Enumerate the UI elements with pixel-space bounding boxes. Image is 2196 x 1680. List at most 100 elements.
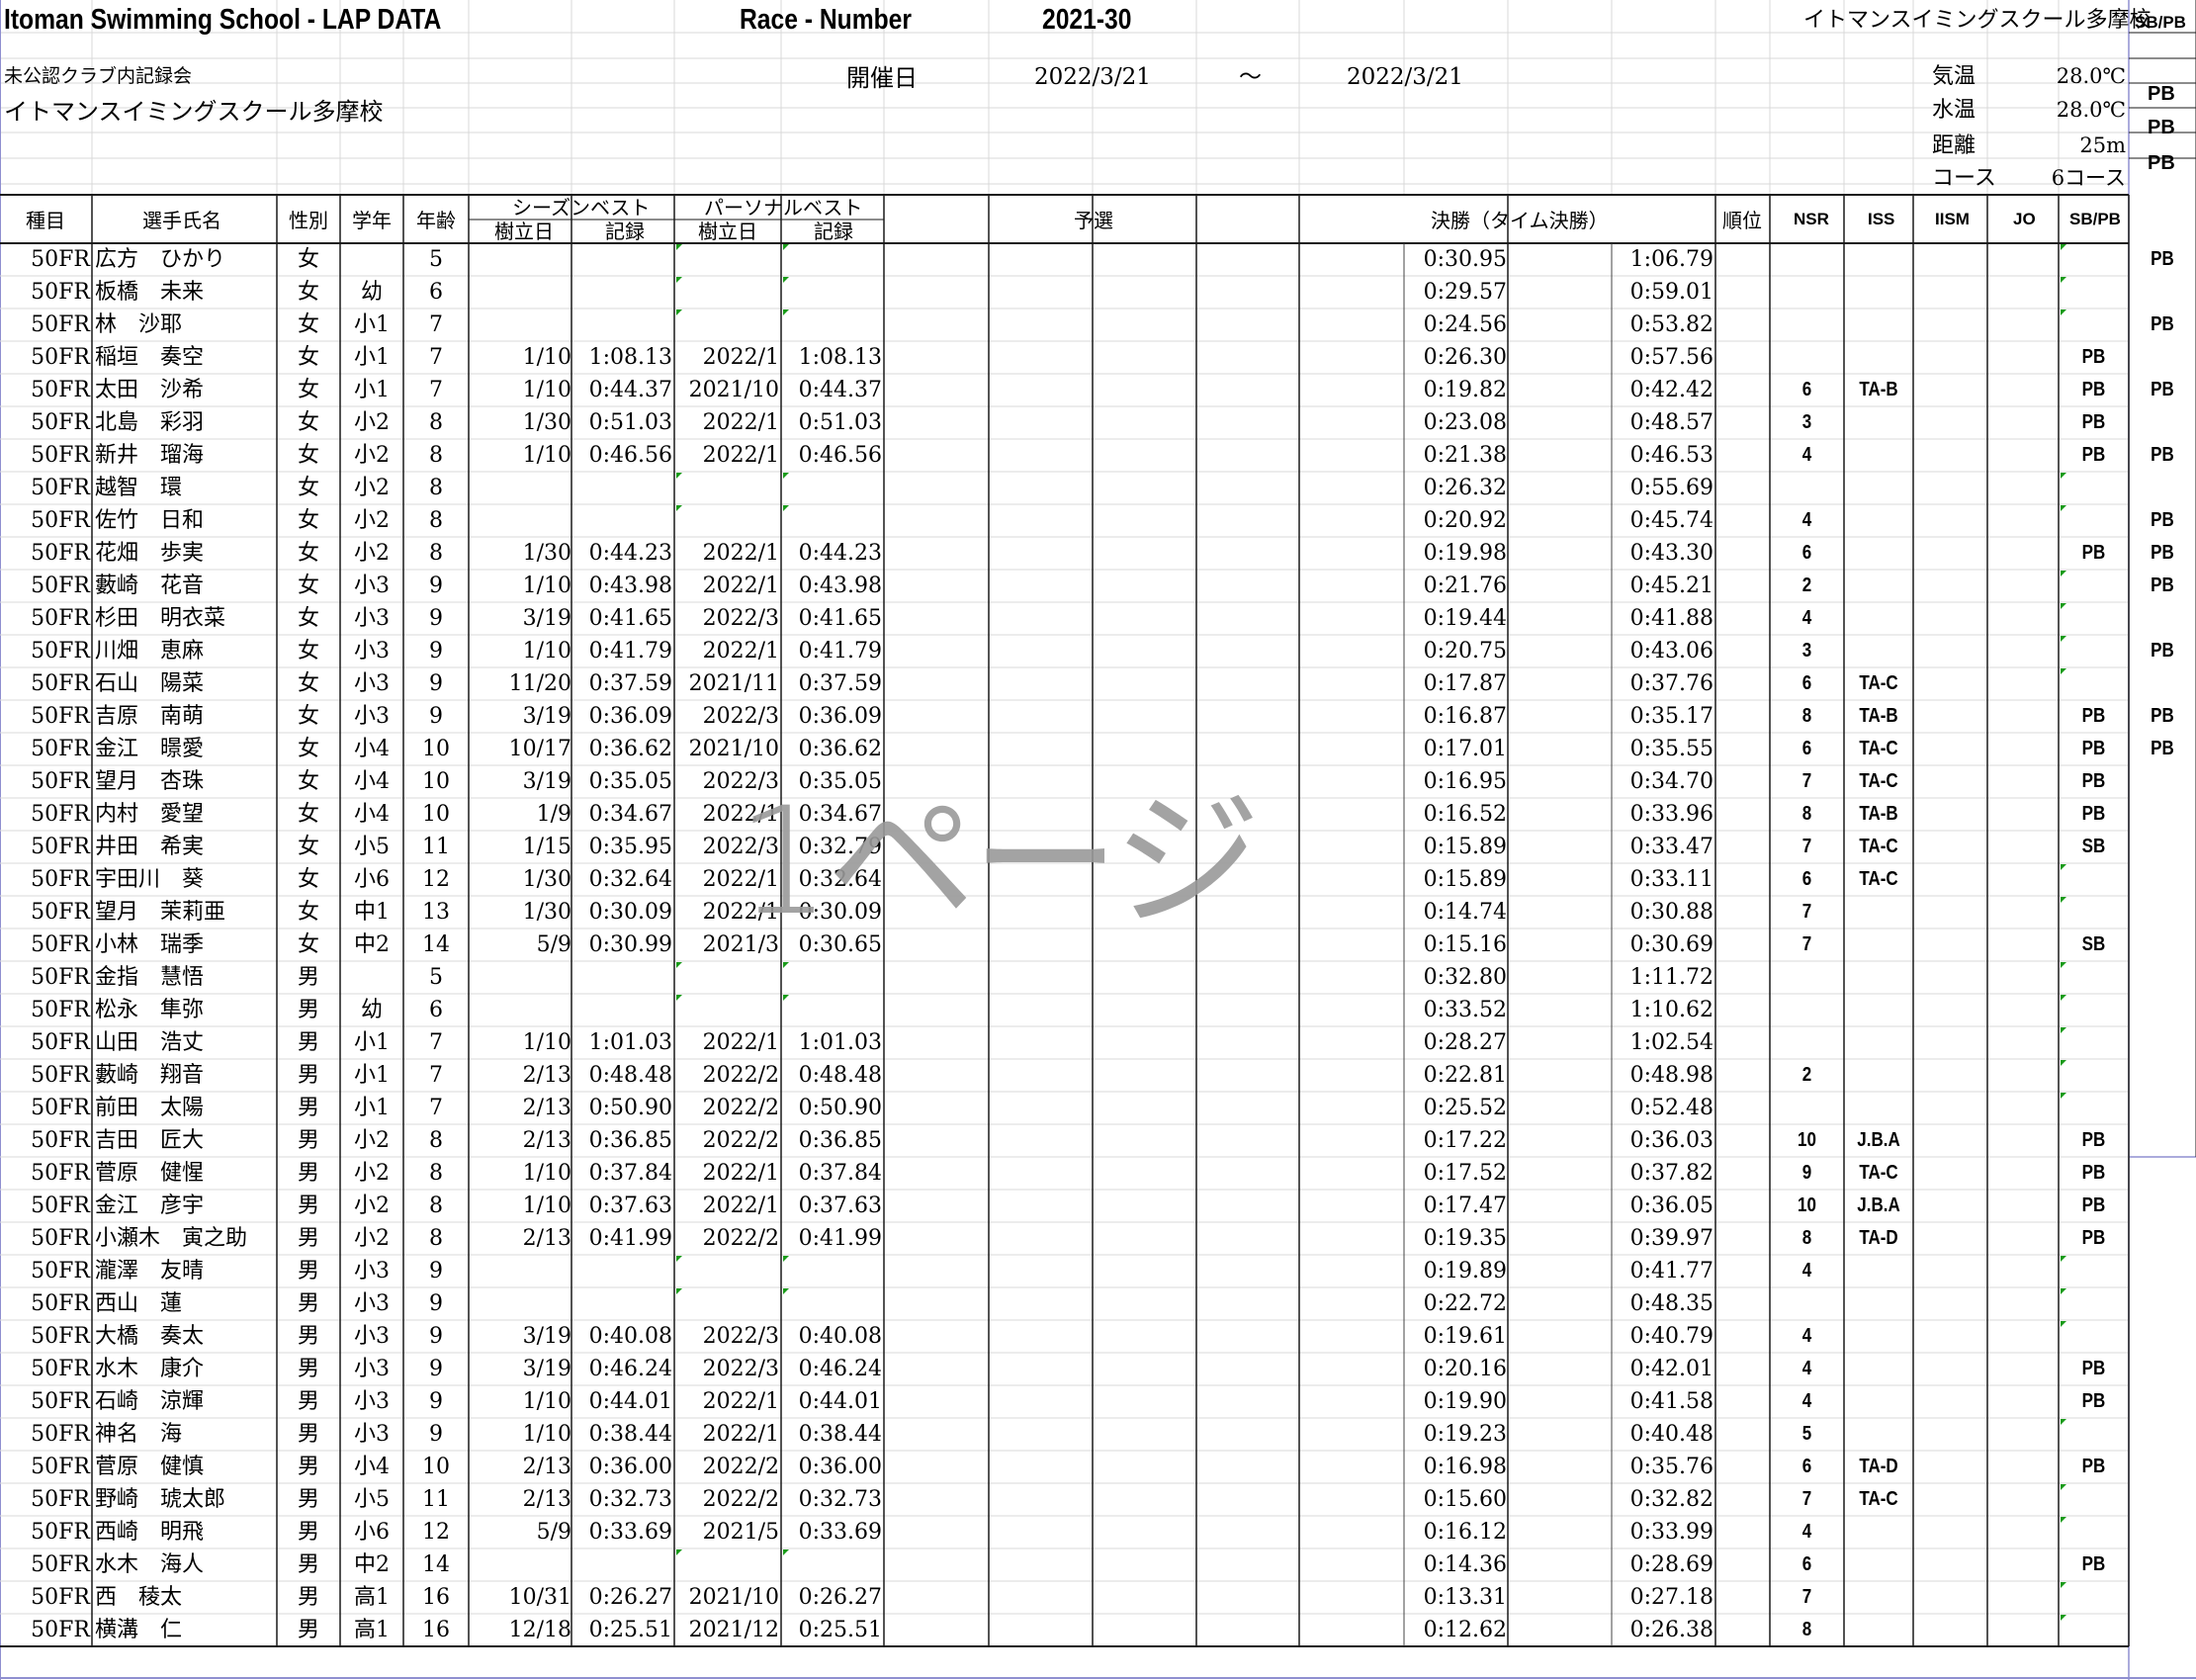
- split-time-cell: 0:17.52: [1423, 1161, 1507, 1186]
- race-number: 2021-30: [1042, 4, 1132, 36]
- pb-date-cell: 2022/1: [702, 541, 779, 566]
- swimmer-name-cell: 水木 康介: [95, 1357, 205, 1381]
- age-cell: 8: [429, 443, 443, 468]
- final-time-cell: 0:40.79: [1629, 1324, 1713, 1349]
- grade-cell: 小2: [354, 508, 390, 533]
- split-time-cell: 0:19.44: [1423, 606, 1507, 631]
- comment-indicator-icon: [783, 1288, 789, 1294]
- spreadsheet[interactable]: Itoman Swimming School - LAP DATA Race -…: [0, 0, 2196, 1680]
- col-rank: 順位: [1722, 209, 1762, 232]
- final-time-cell: 0:36.03: [1629, 1128, 1713, 1153]
- nsr-cell: 8: [1801, 1619, 1812, 1640]
- pb-date-cell: 2022/1: [702, 639, 779, 663]
- sb-date-cell: 1/30: [522, 410, 571, 435]
- swimmer-name-cell: 金江 彦宇: [95, 1194, 205, 1218]
- sex-cell: 男: [297, 1291, 319, 1316]
- pb-date-cell: 2021/12: [688, 1618, 779, 1642]
- swimmer-name-cell: 花畑 歩実: [95, 541, 205, 566]
- meet-name: 未公認クラブ内記録会: [4, 65, 193, 87]
- condition-value: 6コース: [2051, 166, 2126, 190]
- nsr-cell: 6: [1801, 672, 1812, 694]
- pb-time-cell: 0:36.85: [798, 1128, 882, 1153]
- final-time-cell: 0:48.98: [1629, 1063, 1713, 1088]
- swimmer-name-cell: 石崎 涼輝: [95, 1389, 205, 1414]
- nsr-cell: 6: [1801, 1456, 1812, 1477]
- final-time-cell: 0:41.77: [1629, 1259, 1713, 1283]
- sbpb-cell: PB: [2081, 1456, 2106, 1477]
- sb-time-cell: 0:46.56: [588, 443, 672, 468]
- swimmer-name-cell: 石山 陽菜: [95, 671, 205, 696]
- iss-cell: TA-C: [1859, 1488, 1898, 1510]
- page-watermark: 1ページ: [737, 776, 1261, 948]
- event-cell: 50FR: [31, 835, 90, 859]
- split-time-cell: 0:20.92: [1423, 508, 1507, 533]
- comment-indicator-icon: [2061, 962, 2066, 968]
- condition-value: 25m: [2079, 133, 2126, 157]
- event-cell: 50FR: [31, 802, 90, 827]
- pb-time-cell: 0:41.99: [798, 1226, 882, 1251]
- split-time-cell: 0:14.74: [1423, 900, 1507, 925]
- final-time-cell: 0:30.69: [1629, 932, 1713, 957]
- grade-cell: 小3: [354, 639, 390, 663]
- swimmer-name-cell: 望月 杏珠: [95, 769, 205, 794]
- sb-time-cell: 0:40.08: [588, 1324, 672, 1349]
- event-cell: 50FR: [31, 1324, 90, 1349]
- sb-date-cell: 1/10: [522, 1030, 571, 1055]
- grade-cell: 小2: [354, 410, 390, 435]
- col-grade: 学年: [352, 209, 392, 232]
- split-time-cell: 0:17.22: [1423, 1128, 1507, 1153]
- comment-indicator-icon: [2061, 1027, 2066, 1033]
- date-from: 2022/3/21: [1034, 64, 1151, 90]
- split-time-cell: 0:17.47: [1423, 1194, 1507, 1218]
- grade-cell: 中2: [354, 932, 390, 957]
- final-time-cell: 0:57.56: [1629, 345, 1713, 370]
- sb-date-cell: 1/10: [522, 1389, 571, 1414]
- sbpb-cell: SB: [2081, 933, 2106, 955]
- pb-date-cell: 2022/1: [702, 1161, 779, 1186]
- comment-indicator-icon: [2061, 1288, 2066, 1294]
- nsr-cell: 4: [1801, 509, 1812, 531]
- grade-cell: 小4: [354, 737, 390, 761]
- split-time-cell: 0:15.60: [1423, 1487, 1507, 1512]
- comment-indicator-icon: [2061, 309, 2066, 315]
- split-time-cell: 0:16.52: [1423, 802, 1507, 827]
- nsr-cell: 6: [1801, 542, 1812, 564]
- col-iss: ISS: [1868, 210, 1895, 228]
- event-cell: 50FR: [31, 410, 90, 435]
- age-cell: 8: [429, 410, 443, 435]
- event-cell: 50FR: [31, 1455, 90, 1479]
- final-time-cell: 0:41.58: [1629, 1389, 1713, 1414]
- swimmer-name-cell: 川畑 恵麻: [95, 639, 205, 663]
- nsr-cell: 8: [1801, 1227, 1812, 1249]
- sb-time-cell: 1:01.03: [588, 1030, 672, 1055]
- swimmer-name-cell: 林 沙耶: [95, 312, 183, 337]
- grade-cell: 小5: [354, 835, 390, 859]
- col-iism: IISM: [1935, 210, 1970, 228]
- sb-time-cell: 0:30.09: [588, 900, 672, 925]
- grade-cell: 中2: [354, 1552, 390, 1577]
- pb-date-cell: 2021/11: [688, 671, 779, 696]
- split-time-cell: 0:21.76: [1423, 574, 1507, 598]
- sb-time-cell: 0:26.27: [588, 1585, 672, 1610]
- event-cell: 50FR: [31, 378, 90, 402]
- grade-cell: 小2: [354, 1128, 390, 1153]
- final-time-cell: 0:34.70: [1629, 769, 1713, 794]
- comment-indicator-icon: [676, 277, 682, 283]
- iss-cell: TA-B: [1859, 379, 1898, 400]
- split-time-cell: 0:22.72: [1423, 1291, 1507, 1316]
- age-cell: 16: [422, 1585, 450, 1610]
- sb-time-cell: 0:37.84: [588, 1161, 672, 1186]
- col-pb-record: 記録: [814, 220, 853, 243]
- sex-cell: 女: [297, 541, 319, 566]
- sex-cell: 女: [297, 247, 319, 272]
- event-cell: 50FR: [31, 312, 90, 337]
- swimmer-name-cell: 神名 海: [95, 1422, 183, 1447]
- age-cell: 14: [422, 932, 450, 957]
- pb-date-cell: 2022/3: [702, 1324, 779, 1349]
- final-time-cell: 0:59.01: [1629, 280, 1713, 305]
- split-time-cell: 0:16.95: [1423, 769, 1507, 794]
- nsr-cell: 7: [1801, 836, 1812, 857]
- nsr-cell: 4: [1801, 1325, 1812, 1347]
- sex-cell: 男: [297, 1618, 319, 1642]
- pb-date-cell: 2021/10: [688, 378, 779, 402]
